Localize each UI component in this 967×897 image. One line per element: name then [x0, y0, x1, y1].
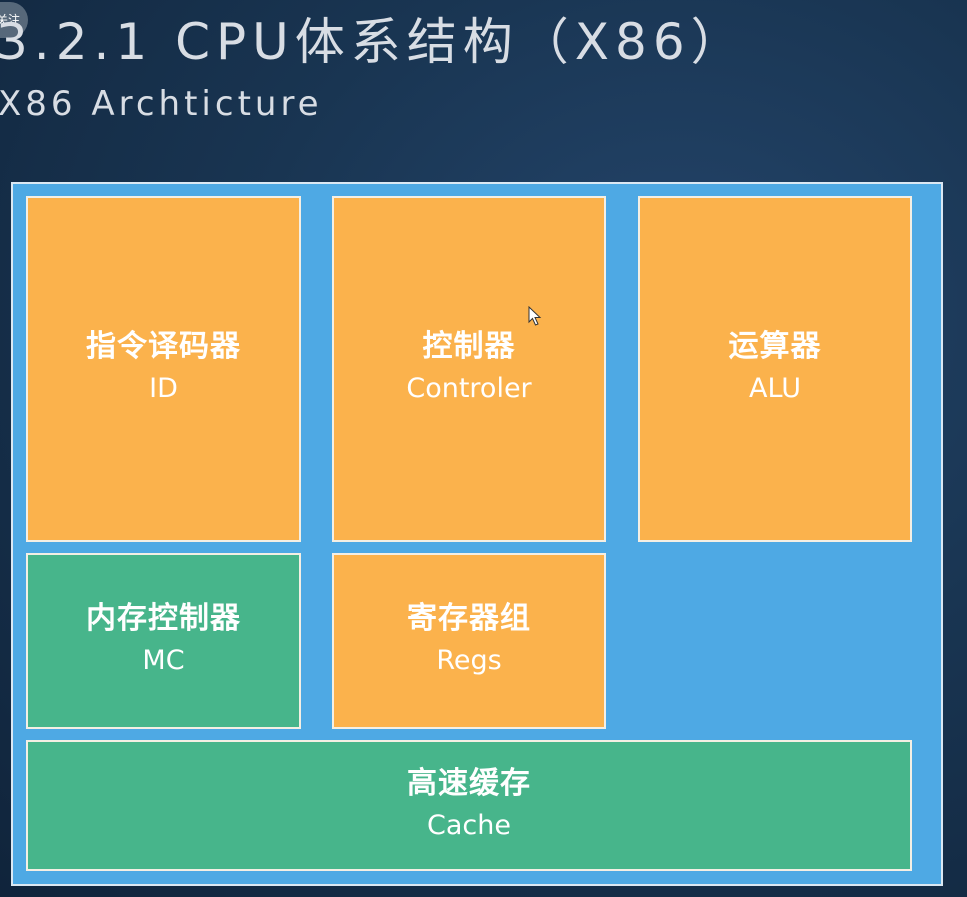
memory-controller-block: 内存控制器 MC	[26, 553, 301, 729]
cache-block: 高速缓存 Cache	[26, 740, 912, 871]
controller-block: 控制器 Controler	[332, 196, 606, 542]
alu-block: 运算器 ALU	[638, 196, 912, 542]
registers-label-cn: 寄存器组	[407, 601, 531, 636]
alu-label-en: ALU	[749, 373, 801, 404]
registers-label-en: Regs	[436, 645, 502, 676]
cache-label-cn: 高速缓存	[407, 765, 531, 801]
controller-label-cn: 控制器	[422, 329, 516, 364]
instruction-decoder-block: 指令译码器 ID	[26, 196, 301, 542]
memory-controller-label-cn: 内存控制器	[86, 601, 241, 636]
slide-title: 3.2.1 CPU体系结构（X86）	[0, 13, 747, 71]
instruction-decoder-label-cn: 指令译码器	[86, 329, 241, 364]
controller-label-en: Controler	[406, 373, 532, 404]
slide-subtitle: X86 Archticture	[0, 84, 323, 124]
alu-label-cn: 运算器	[728, 329, 822, 364]
instruction-decoder-label-en: ID	[149, 373, 178, 404]
mouse-pointer-icon	[528, 306, 542, 326]
cache-label-en: Cache	[427, 809, 511, 841]
registers-block: 寄存器组 Regs	[332, 553, 606, 729]
memory-controller-label-en: MC	[142, 645, 185, 676]
